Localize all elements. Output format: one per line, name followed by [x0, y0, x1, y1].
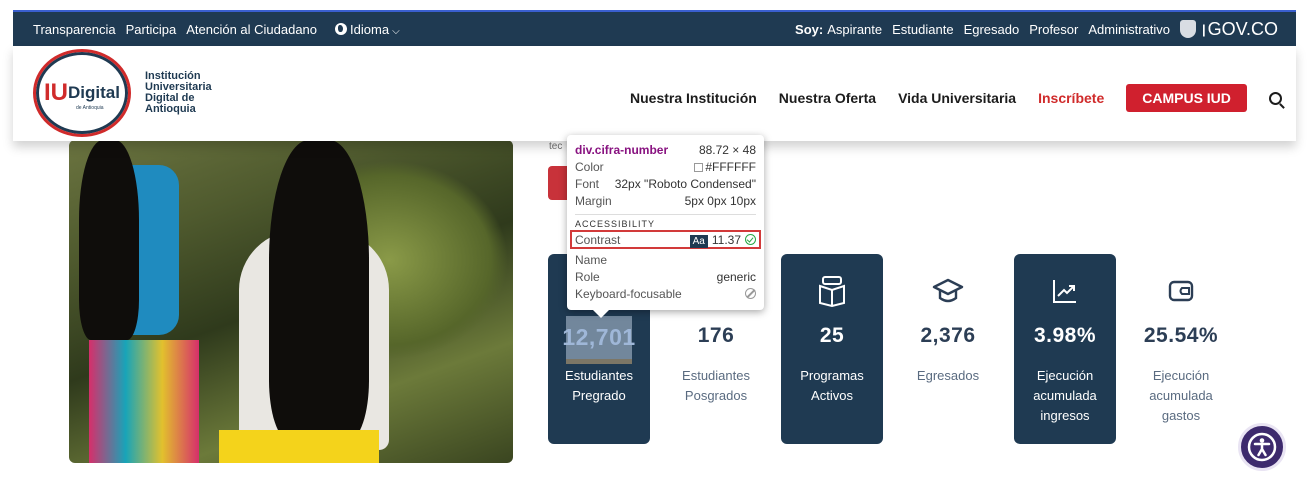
stat-number: 12,701 — [562, 324, 636, 350]
stat-card-programas-activos: 25 Programas Activos — [781, 254, 883, 444]
logo-small-text: de Antioquia — [76, 105, 104, 111]
soy-label: Soy: — [795, 21, 824, 37]
tooltip-selector: div.cifra-number — [575, 142, 669, 157]
color-swatch-icon — [694, 162, 704, 172]
role-link-administrativo[interactable]: Administrativo — [1088, 22, 1170, 37]
tooltip-role-key: Role — [575, 269, 600, 284]
role-link-egresado[interactable]: Egresado — [964, 22, 1020, 37]
stat-number: 25.54% — [1143, 324, 1219, 347]
tooltip-role-value: generic — [716, 269, 756, 284]
tooltip-contrast-key: Contrast — [575, 232, 621, 247]
hero-image — [69, 140, 513, 463]
not-focusable-icon — [745, 288, 756, 299]
stat-label: Programas Activos — [800, 368, 864, 403]
chevron-down-icon: ⌵ — [392, 25, 400, 37]
logo-digital-text: Digital — [68, 83, 120, 102]
logo-institution-name: Institución Universitaria Digital de Ant… — [145, 70, 212, 115]
tooltip-margin-value: 5px 0px 10px — [684, 193, 756, 208]
stat-card-ejecucion-ingresos: 3.98% Ejecución acumulada ingresos — [1014, 254, 1116, 444]
tooltip-color-key: Color — [575, 159, 604, 174]
main-header: IU Digital de Antioquia Institución Univ… — [13, 46, 1296, 141]
stat-number: 25 — [819, 324, 845, 347]
govco-link[interactable]: | GOV.CO — [1180, 19, 1278, 40]
search-icon[interactable] — [1268, 91, 1282, 105]
stat-label: Estudiantes Posgrados — [682, 368, 750, 403]
tooltip-color-value-wrap: #FFFFFF — [694, 160, 756, 174]
wallet-icon — [1164, 274, 1198, 308]
stat-label: Ejecución acumulada ingresos — [1033, 368, 1097, 423]
role-link-estudiante[interactable]: Estudiante — [892, 22, 953, 37]
tooltip-contrast-row: Contrast Aa 11.37 — [570, 230, 761, 249]
contrast-aa-badge: Aa — [689, 234, 708, 248]
tooltip-accessibility-heading: ACCESSIBILITY — [575, 214, 756, 229]
top-government-bar: Transparencia Participa Atención al Ciud… — [13, 10, 1296, 46]
logo-emblem: IU Digital de Antioquia — [33, 49, 131, 137]
language-selector[interactable]: Idioma ⌵ — [335, 22, 400, 37]
tooltip-name-key: Name — [575, 252, 608, 267]
main-nav: Nuestra Institución Nuestra Oferta Vida … — [630, 84, 1282, 112]
iud-logo[interactable]: IU Digital de Antioquia Institución Univ… — [33, 49, 235, 137]
topbar-left-links: Transparencia Participa Atención al Ciud… — [33, 22, 400, 37]
stat-label: Egresados — [916, 368, 980, 383]
stat-label: Estudiantes Pregrado — [565, 368, 633, 403]
tooltip-font-key: Font — [575, 176, 600, 191]
stat-card-ejecucion-gastos: 25.54% Ejecución acumulada gastos — [1130, 254, 1232, 444]
role-link-profesor[interactable]: Profesor — [1029, 22, 1078, 37]
graduation-cap-icon — [931, 274, 965, 308]
tooltip-font-value: 32px "Roboto Condensed" — [614, 176, 756, 191]
participa-link[interactable]: Participa — [126, 22, 177, 37]
topbar-right-links: Soy: Aspirante Estudiante Egresado Profe… — [795, 19, 1278, 40]
stat-card-egresados: 2,376 Egresados — [897, 254, 999, 444]
tooltip-dimensions: 88.72 × 48 — [698, 142, 756, 157]
tooltip-contrast-value: 11.37 — [711, 232, 741, 247]
campus-iud-button[interactable]: CAMPUS IUD — [1126, 84, 1247, 112]
trend-chart-icon — [1048, 274, 1082, 308]
accessibility-person-icon — [1247, 432, 1277, 462]
atencion-ciudadano-link[interactable]: Atención al Ciudadano — [186, 22, 317, 37]
globe-icon — [335, 22, 348, 35]
colombia-shield-icon — [1180, 20, 1196, 38]
transparencia-link[interactable]: Transparencia — [33, 22, 116, 37]
tooltip-contrast-value-wrap: Aa 11.37 — [689, 232, 756, 248]
stat-number: 2,376 — [920, 324, 976, 347]
stat-label: Ejecución acumulada gastos — [1149, 368, 1213, 423]
stat-number: 176 — [697, 324, 735, 347]
role-link-aspirante[interactable]: Aspirante — [827, 22, 882, 37]
tooltip-color-value: #FFFFFF — [705, 159, 756, 174]
accessibility-button[interactable] — [1238, 423, 1286, 471]
nav-nuestra-institucion[interactable]: Nuestra Institución — [630, 90, 757, 106]
tooltip-focusable-key: Keyboard-focusable — [575, 286, 682, 301]
tooltip-margin-key: Margin — [575, 193, 612, 208]
language-label: Idioma — [350, 21, 390, 37]
stat-number: 3.98% — [1033, 324, 1097, 347]
nav-vida-universitaria[interactable]: Vida Universitaria — [898, 90, 1016, 106]
govco-label: GOV.CO — [1207, 18, 1278, 39]
partial-body-text: tec — [549, 141, 563, 152]
nav-inscribete[interactable]: Inscríbete — [1038, 90, 1104, 106]
nav-nuestra-oferta[interactable]: Nuestra Oferta — [779, 90, 876, 106]
devtools-inspect-tooltip: div.cifra-number 88.72 × 48 Color #FFFFF… — [567, 135, 764, 318]
book-icon — [815, 274, 849, 308]
logo-iu-text: IU — [44, 79, 69, 106]
check-circle-icon — [745, 233, 756, 245]
